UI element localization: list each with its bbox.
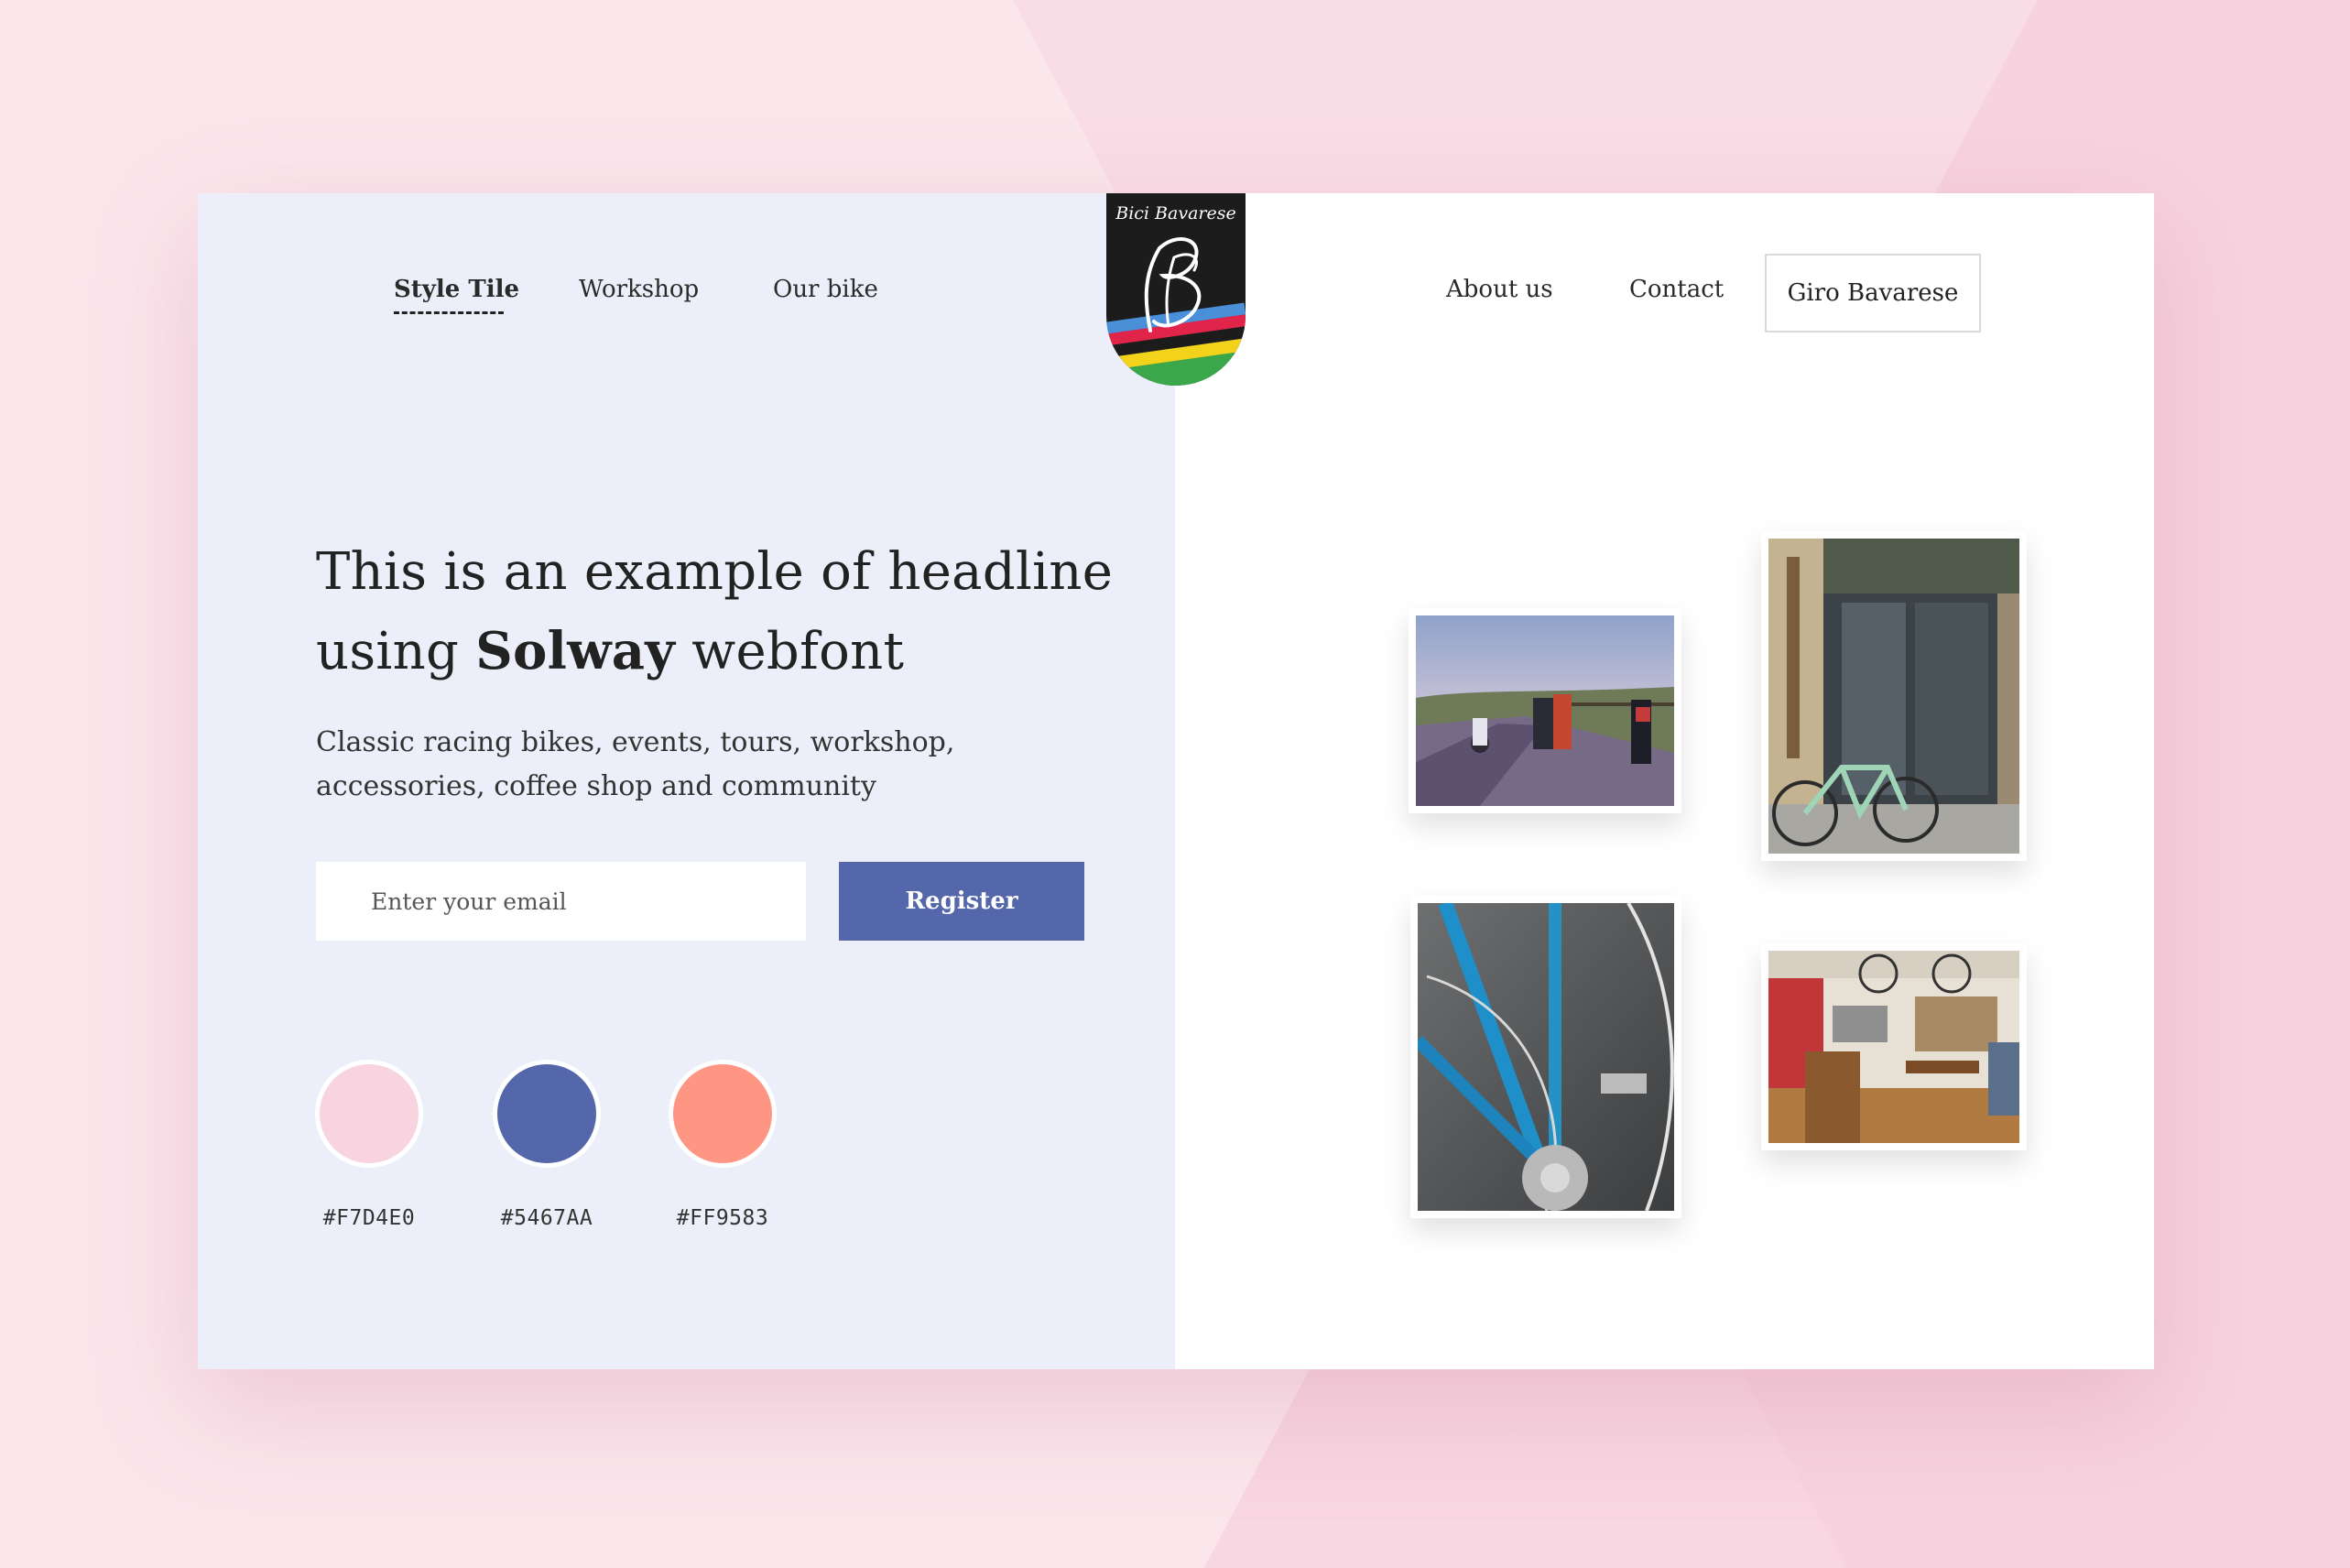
nav-active-underline — [394, 311, 504, 314]
register-button[interactable]: Register — [839, 862, 1084, 941]
nav-style-tile[interactable]: Style Tile — [394, 276, 519, 303]
bb-shield-logo[interactable]: Bici Bavarese — [1106, 193, 1246, 386]
style-tile-card: Style Tile Workshop Our bike Bici Bavare… — [198, 193, 2154, 1369]
cafe-interior-photo — [1761, 943, 2027, 1150]
cyclists-on-road-photo — [1409, 608, 1681, 813]
logo-script-text: Bici Bavarese — [1115, 203, 1235, 223]
giro-bavarese-button[interactable]: Giro Bavarese — [1765, 254, 1981, 332]
color-swatch-pink — [315, 1060, 423, 1168]
nav-our-bike[interactable]: Our bike — [773, 276, 878, 303]
headline-suffix-text: webfont — [675, 622, 905, 681]
email-input[interactable] — [316, 862, 806, 941]
nav-about-us[interactable]: About us — [1446, 276, 1553, 303]
nav-workshop[interactable]: Workshop — [579, 276, 699, 303]
swatch-label-coral: #FF9583 — [676, 1206, 769, 1230]
hero-subtext: Classic racing bikes, events, tours, wor… — [316, 726, 955, 802]
page-headline: This is an example of headline using Sol… — [316, 532, 1122, 691]
nav-contact[interactable]: Contact — [1629, 276, 1724, 303]
blue-bike-frame-photo — [1410, 896, 1681, 1218]
swatch-label-blue: #5467AA — [500, 1206, 593, 1230]
color-swatch-coral — [669, 1060, 777, 1168]
shop-entrance-bike-photo — [1761, 531, 2027, 861]
color-swatch-blue — [493, 1060, 601, 1168]
headline-bold-text: Solway — [475, 621, 676, 681]
swatch-label-pink: #F7D4E0 — [322, 1206, 416, 1230]
